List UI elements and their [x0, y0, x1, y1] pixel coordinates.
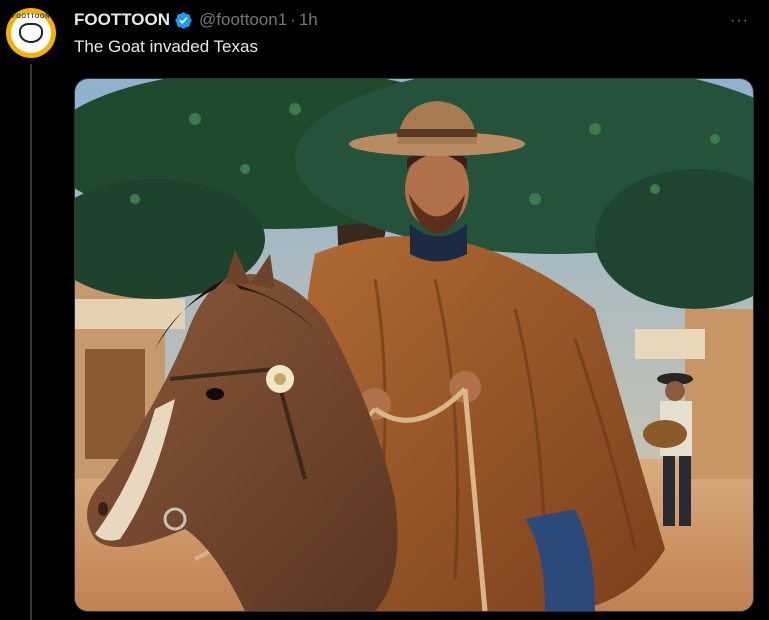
- verified-badge-icon: [175, 11, 192, 29]
- author-display-name[interactable]: FOOTTOON: [74, 10, 170, 30]
- cowboy-on-horse-illustration: [75, 79, 753, 611]
- separator-dot: ·: [290, 10, 296, 29]
- more-options-icon[interactable]: ···: [730, 12, 749, 30]
- avatar-logo-text: FOOTTOON: [12, 14, 50, 20]
- tweet-header: FOOTTOON @foottoon1 · 1h: [74, 8, 749, 32]
- avatar[interactable]: FOOTTOON: [6, 8, 56, 58]
- author-handle[interactable]: @foottoon1: [199, 10, 287, 30]
- tweet-timestamp[interactable]: 1h: [299, 10, 318, 30]
- tweet-text: The Goat invaded Texas: [74, 37, 258, 56]
- troll-face-icon: [19, 23, 43, 43]
- tweet-media-image[interactable]: [74, 78, 754, 612]
- avatar-logo: FOOTTOON: [11, 13, 51, 53]
- thread-line: [30, 64, 32, 620]
- tweet[interactable]: FOOTTOON FOOTTOON @foottoon1 · 1h ··· Th…: [0, 0, 769, 620]
